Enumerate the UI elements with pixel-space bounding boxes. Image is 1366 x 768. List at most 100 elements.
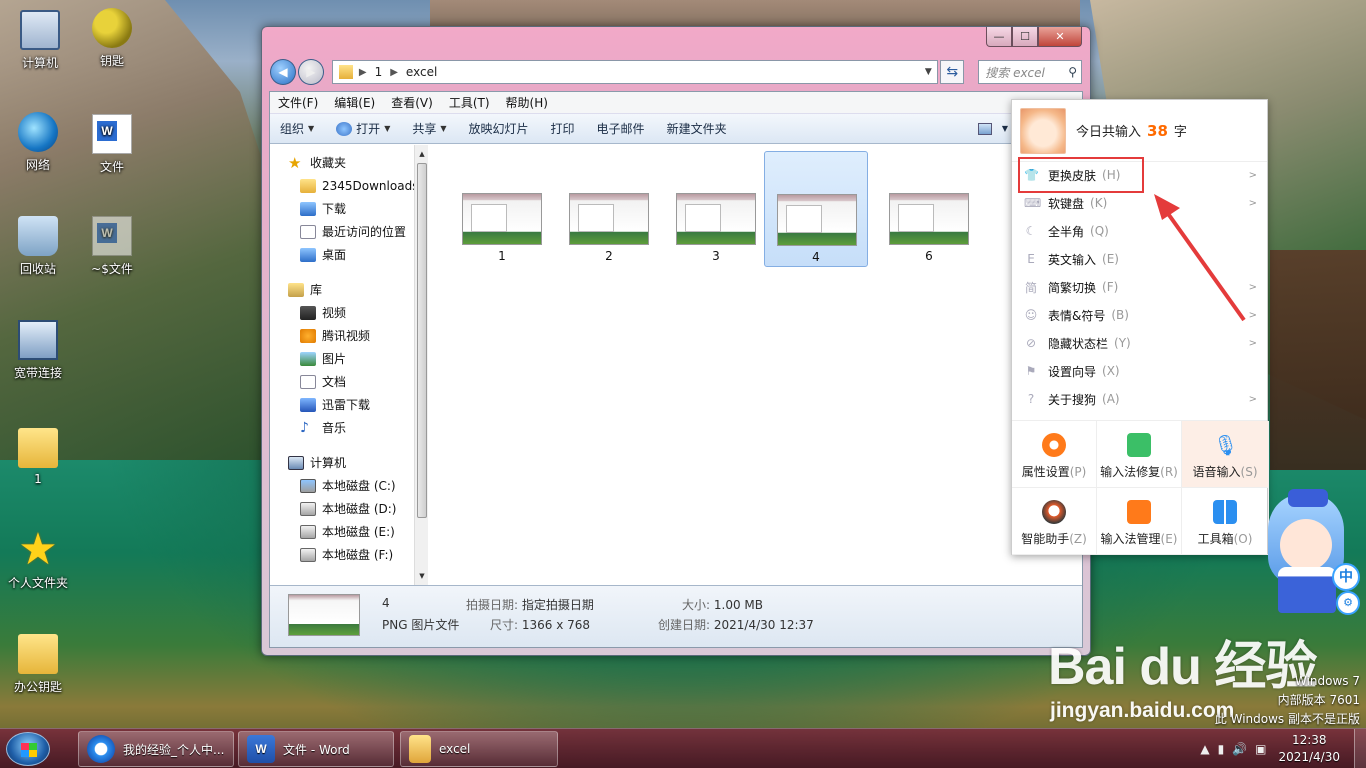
tray-expand-icon[interactable]: ▲ bbox=[1200, 742, 1209, 756]
nav-item-pictures[interactable]: 图片 bbox=[270, 347, 427, 370]
desktop-icon-label: 计算机 bbox=[21, 56, 58, 70]
nav-item-2345downloads[interactable]: 2345Downloads bbox=[270, 174, 427, 197]
file-item-1[interactable]: 1 bbox=[450, 151, 554, 267]
scroll-up-icon[interactable]: ▲ bbox=[415, 147, 429, 161]
ime-tool-grid: 属性设置(P) 输入法修复(R) 🎙 语音输入(S) 智能助手(Z) 输入法管理(… bbox=[1012, 420, 1269, 555]
file-item-2[interactable]: 2 bbox=[557, 151, 661, 267]
desktop-icon-broadband[interactable]: 宽带连接 bbox=[0, 320, 76, 381]
breadcrumb-chevron-icon[interactable]: ▶ bbox=[359, 67, 367, 78]
search-icon[interactable]: ⚲ bbox=[1068, 65, 1077, 79]
start-button[interactable] bbox=[6, 732, 50, 766]
desktop-icon-personal-folder[interactable]: ★ 个人文件夹 bbox=[0, 528, 76, 591]
ime-settings-icon[interactable]: ⚙ bbox=[1336, 591, 1360, 615]
nav-item-documents[interactable]: 文档 bbox=[270, 370, 427, 393]
back-button[interactable]: ◀ bbox=[270, 59, 296, 85]
desktop-icon-temp-word-file[interactable]: ~$文件 bbox=[74, 216, 150, 277]
details-date-taken[interactable]: 拍摄日期: 指定拍摄日期 bbox=[466, 596, 594, 613]
ime-grid-smart-assistant[interactable]: 智能助手(Z) bbox=[1012, 488, 1097, 555]
view-dropdown-icon[interactable]: ▼ bbox=[1002, 124, 1008, 133]
nav-item-xunlei-downloads[interactable]: 迅雷下载 bbox=[270, 393, 427, 416]
email-button[interactable]: 电子邮件 bbox=[597, 120, 645, 137]
desktop-icon-folder-1[interactable]: 1 bbox=[0, 428, 76, 486]
minimize-button[interactable]: — bbox=[986, 27, 1012, 47]
tray-device-icon[interactable]: ▮ bbox=[1218, 742, 1225, 756]
nav-label: 迅雷下载 bbox=[322, 398, 371, 412]
new-folder-button[interactable]: 新建文件夹 bbox=[667, 120, 727, 137]
taskbar-item-word[interactable]: W 文件 - Word bbox=[238, 731, 394, 767]
close-button[interactable]: ✕ bbox=[1038, 27, 1082, 47]
nav-item-drive-e[interactable]: 本地磁盘 (E:) bbox=[270, 520, 427, 543]
repair-icon bbox=[1127, 433, 1151, 457]
desktop-icon-word-file[interactable]: 文件 bbox=[74, 114, 150, 175]
desktop-icon-network[interactable]: 网络 bbox=[0, 112, 76, 173]
volume-icon[interactable]: 🔊 bbox=[1232, 742, 1247, 756]
nav-item-desktop[interactable]: 桌面 bbox=[270, 243, 427, 266]
nav-libraries[interactable]: 库 bbox=[270, 278, 427, 301]
desktop-icon-key[interactable]: 钥匙 bbox=[74, 8, 150, 69]
desktop-icon-recycle-bin[interactable]: 回收站 bbox=[0, 216, 76, 277]
ime-item-key: (Q) bbox=[1090, 224, 1109, 238]
nav-item-drive-f[interactable]: 本地磁盘 (F:) bbox=[270, 543, 427, 566]
scrollbar-thumb[interactable] bbox=[417, 163, 427, 518]
sogou-mascot[interactable]: 中 ⚙ bbox=[1232, 485, 1360, 615]
menu-help[interactable]: 帮助(H) bbox=[506, 94, 548, 111]
menu-file[interactable]: 文件(F) bbox=[278, 94, 318, 111]
nav-favorites[interactable]: ★ 收藏夹 bbox=[270, 151, 427, 174]
nav-item-music[interactable]: ♪ 音乐 bbox=[270, 416, 427, 439]
menu-edit[interactable]: 编辑(E) bbox=[334, 94, 375, 111]
nav-item-drive-c[interactable]: 本地磁盘 (C:) bbox=[270, 474, 427, 497]
search-input[interactable]: 搜索 excel ⚲ bbox=[978, 60, 1082, 84]
command-bar: 组织▼ 打开▼ 共享▼ 放映幻灯片 打印 电子邮件 新建文件夹 ▼ ? bbox=[270, 114, 1082, 144]
desktop-icon-computer[interactable]: 计算机 bbox=[2, 10, 78, 71]
organize-button[interactable]: 组织 ▼ bbox=[280, 120, 314, 137]
ime-item-key: (A) bbox=[1102, 392, 1120, 406]
show-desktop-button[interactable] bbox=[1354, 729, 1366, 768]
breadcrumb-segment-1[interactable]: 1 bbox=[375, 65, 383, 79]
forward-button[interactable]: ▶ bbox=[297, 59, 324, 85]
ime-grid-manager[interactable]: 输入法管理(E) bbox=[1097, 488, 1182, 555]
breadcrumb-chevron-icon[interactable]: ▶ bbox=[390, 67, 398, 78]
share-button[interactable]: 共享 ▼ bbox=[412, 120, 446, 137]
nav-item-tencent-video[interactable]: 腾讯视频 bbox=[270, 324, 427, 347]
nav-item-videos[interactable]: 视频 bbox=[270, 301, 427, 324]
ime-item-setup-wizard[interactable]: ⚑ 设置向导 (X) bbox=[1012, 357, 1267, 385]
ime-grid-repair[interactable]: 输入法修复(R) bbox=[1097, 421, 1182, 488]
taskbar-item-explorer[interactable]: excel bbox=[400, 731, 558, 767]
ime-item-key: (F) bbox=[1102, 280, 1119, 294]
address-dropdown-icon[interactable]: ▼ bbox=[919, 67, 937, 77]
file-item-6[interactable]: 6 bbox=[877, 151, 981, 267]
menu-tools[interactable]: 工具(T) bbox=[449, 94, 490, 111]
breadcrumb-segment-excel[interactable]: excel bbox=[406, 65, 437, 79]
print-button[interactable]: 打印 bbox=[551, 120, 575, 137]
ime-item-label: 英文输入 bbox=[1048, 252, 1097, 267]
taskbar-item-browser[interactable]: 我的经验_个人中... bbox=[78, 731, 234, 767]
file-thumbnail bbox=[777, 194, 857, 246]
nav-item-downloads[interactable]: 下载 bbox=[270, 197, 427, 220]
refresh-button[interactable]: ⇆ bbox=[940, 60, 965, 84]
view-mode-icon[interactable] bbox=[977, 122, 992, 135]
navigation-scrollbar[interactable]: ▲ ▼ bbox=[414, 145, 428, 585]
ime-item-about-sogou[interactable]: ? 关于搜狗 (A) > bbox=[1012, 385, 1267, 413]
open-button[interactable]: 打开 ▼ bbox=[336, 120, 390, 137]
nav-item-recent-places[interactable]: 最近访问的位置 bbox=[270, 220, 427, 243]
file-list-pane[interactable]: 1 2 3 4 6 bbox=[430, 145, 1082, 585]
network-tray-icon[interactable]: ▣ bbox=[1255, 742, 1266, 756]
file-item-4[interactable]: 4 bbox=[764, 151, 868, 267]
taskbar: 我的经验_个人中... W 文件 - Word excel ▲ ▮ 🔊 ▣ 12:… bbox=[0, 728, 1366, 768]
ime-grid-voice-input[interactable]: 🎙 语音输入(S) bbox=[1182, 421, 1269, 488]
ime-item-hide-status-bar[interactable]: ⊘ 隐藏状态栏 (Y) > bbox=[1012, 329, 1267, 357]
clock[interactable]: 12:38 2021/4/30 bbox=[1278, 732, 1340, 766]
file-item-3[interactable]: 3 bbox=[664, 151, 768, 267]
explorer-window[interactable]: — ☐ ✕ ◀ ▶ ▶ 1 ▶ excel ▼ ⇆ 搜索 excel ⚲ 文件(… bbox=[261, 26, 1091, 656]
slideshow-button[interactable]: 放映幻灯片 bbox=[469, 120, 529, 137]
menu-view[interactable]: 查看(V) bbox=[391, 94, 433, 111]
address-bar[interactable]: ▶ 1 ▶ excel ▼ bbox=[331, 60, 939, 84]
scroll-down-icon[interactable]: ▼ bbox=[415, 569, 429, 583]
maximize-button[interactable]: ☐ bbox=[1012, 27, 1038, 47]
ime-mode-badge[interactable]: 中 bbox=[1332, 563, 1360, 591]
desktop-icon-office-key[interactable]: 办公钥匙 bbox=[0, 634, 76, 695]
ime-grid-properties[interactable]: 属性设置(P) bbox=[1012, 421, 1097, 488]
nav-computer[interactable]: 计算机 bbox=[270, 451, 427, 474]
nav-label: 下载 bbox=[322, 202, 347, 216]
nav-item-drive-d[interactable]: 本地磁盘 (D:) bbox=[270, 497, 427, 520]
